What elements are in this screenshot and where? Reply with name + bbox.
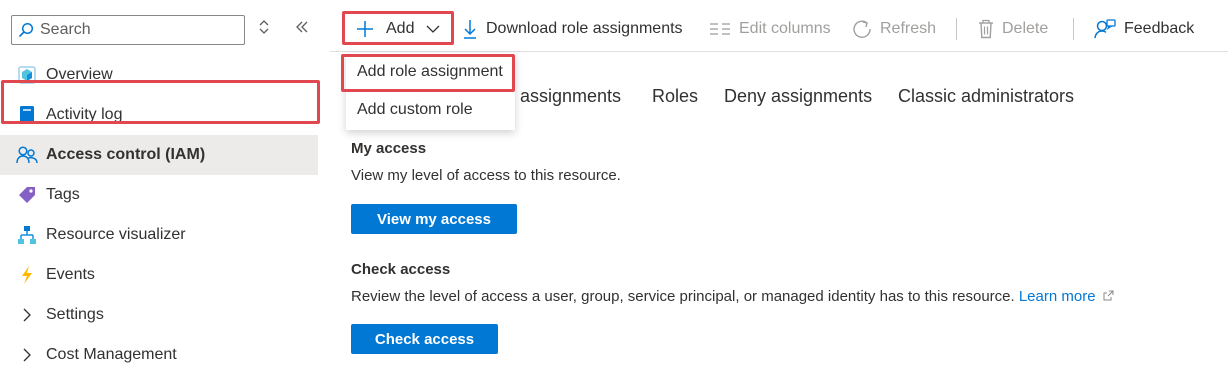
refresh-button[interactable]: Refresh xyxy=(852,14,936,44)
add-button[interactable]: Add xyxy=(356,14,440,44)
feedback-button[interactable]: Feedback xyxy=(1094,14,1194,44)
nav-list: Overview Activity log Access control (IA… xyxy=(0,55,330,375)
search-box[interactable] xyxy=(11,15,245,45)
edit-columns-button[interactable]: Edit columns xyxy=(709,14,831,44)
learn-more-link[interactable]: Learn more xyxy=(1019,288,1114,305)
sidebar: Overview Activity log Access control ( xyxy=(0,0,330,380)
delete-button[interactable]: Delete xyxy=(978,14,1048,44)
check-access-title: Check access xyxy=(351,261,451,278)
check-access-description-text: Review the level of access a user, group… xyxy=(351,288,1015,305)
tag-icon xyxy=(16,184,38,206)
feedback-icon xyxy=(1094,19,1116,39)
toolbar-divider xyxy=(1073,18,1074,40)
tab-deny-assignments[interactable]: Deny assignments xyxy=(724,86,872,107)
search-icon xyxy=(18,22,34,38)
tab-role-assignments[interactable]: e assignments xyxy=(505,86,621,107)
chevron-right-icon xyxy=(16,304,38,326)
menu-item-add-role-assignment[interactable]: Add role assignment xyxy=(346,53,515,91)
nav-item-events[interactable]: Events xyxy=(0,255,330,295)
collapse-icon[interactable] xyxy=(295,20,309,37)
search-input[interactable] xyxy=(40,21,230,39)
lightning-icon xyxy=(16,264,38,286)
overview-icon xyxy=(16,64,38,86)
view-my-access-button[interactable]: View my access xyxy=(351,204,517,234)
check-access-description: Review the level of access a user, group… xyxy=(351,288,1114,305)
nav-item-resource-visualizer[interactable]: Resource visualizer xyxy=(0,215,330,255)
trash-icon xyxy=(979,19,993,39)
nav-item-cost-management[interactable]: Cost Management xyxy=(0,335,330,375)
chevron-right-icon xyxy=(16,344,38,366)
columns-icon xyxy=(710,23,730,35)
menu-item-add-custom-role[interactable]: Add custom role xyxy=(346,91,515,129)
chevron-down-icon xyxy=(427,25,440,33)
check-access-button[interactable]: Check access xyxy=(351,324,498,354)
nav-item-tags[interactable]: Tags xyxy=(0,175,330,215)
external-link-icon xyxy=(1103,290,1114,301)
nav-item-activity-log[interactable]: Activity log xyxy=(0,95,330,135)
toolbar-divider xyxy=(956,18,957,40)
tab-roles[interactable]: Roles xyxy=(652,86,698,107)
refresh-icon xyxy=(853,20,871,38)
plus-icon xyxy=(357,21,373,37)
add-dropdown-menu: Add role assignment Add custom role xyxy=(346,53,515,130)
hierarchy-icon xyxy=(16,224,38,246)
people-icon xyxy=(16,144,38,166)
activity-log-icon xyxy=(16,104,38,126)
download-role-assignments-button[interactable]: Download role assignments xyxy=(462,14,683,44)
my-access-title: My access xyxy=(351,140,427,157)
tab-classic-administrators[interactable]: Classic administrators xyxy=(898,86,1074,107)
my-access-description: View my level of access to this resource… xyxy=(351,167,621,184)
nav-item-access-control[interactable]: Access control (IAM) xyxy=(0,135,318,175)
nav-item-settings[interactable]: Settings xyxy=(0,295,330,335)
nav-item-overview[interactable]: Overview xyxy=(0,55,330,95)
download-icon xyxy=(464,20,476,39)
sort-icon[interactable] xyxy=(258,20,270,37)
